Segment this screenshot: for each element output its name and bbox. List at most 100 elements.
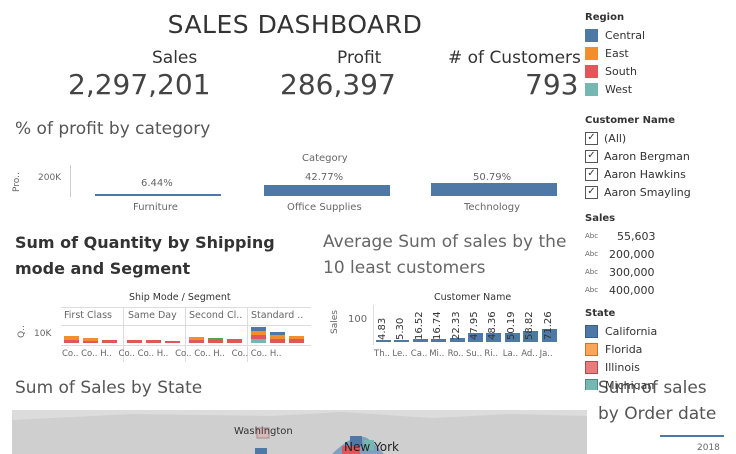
sales-item[interactable]: Abc 400,000 [585, 281, 735, 297]
avg-customer-label: Th.. [374, 349, 390, 359]
category-label-office: Office Supplies [287, 202, 362, 213]
avg-title-line1: Average Sum of sales by the [323, 232, 567, 252]
segment-label: Co.. [62, 349, 79, 359]
avg-customer-label: Ca.. [410, 349, 428, 359]
customer-item[interactable]: ✓ Aaron Smayling [585, 183, 735, 201]
quantity-bar[interactable] [64, 340, 79, 343]
avg-title-line2: 10 least customers [323, 258, 486, 278]
segment-label: Co.. [81, 349, 98, 359]
state-item-illinois[interactable]: Illinois [585, 358, 735, 376]
region-label: Central [605, 28, 646, 42]
profit-bar-technology[interactable] [431, 183, 557, 196]
region-label: South [605, 64, 637, 78]
avg-value-label: 71.26 [542, 311, 554, 340]
segment-label: Co.. [250, 349, 268, 359]
segment-label: H.. [156, 349, 169, 359]
avg-value-label: 58.82 [524, 311, 536, 340]
quantity-bar[interactable] [127, 340, 142, 343]
profit-bar-furniture[interactable] [95, 194, 221, 196]
avg-bar[interactable] [376, 340, 391, 342]
region-item-east[interactable]: East [585, 44, 735, 62]
segment-label: Co.. [137, 349, 155, 359]
quantity-ylabel: Q.. [17, 325, 27, 338]
state-item-michigan[interactable]: Michigan [585, 376, 735, 390]
quantity-title-line2: mode and Segment [15, 259, 191, 278]
map-state-region[interactable] [255, 448, 267, 454]
region-filter-head: Region [585, 12, 625, 23]
avg-customer-label: Su.. [466, 349, 483, 359]
profit-bar-office-supplies[interactable] [264, 185, 390, 196]
region-swatch [585, 28, 598, 42]
checkbox-checked-icon[interactable]: ✓ [585, 185, 598, 199]
sales-item[interactable]: Abc 55,603 [585, 227, 735, 245]
abc-icon: Abc [585, 250, 599, 258]
state-legend: California Florida Illinois Michigan [585, 322, 735, 390]
profit-label-office: 42.77% [305, 172, 344, 183]
state-item-california[interactable]: California [585, 322, 735, 340]
state-filter-head: State [585, 308, 616, 319]
sales-filter-head: Sales [585, 213, 616, 224]
order-date-year: 2018 [697, 443, 720, 453]
avg-value-label: 22.33 [450, 311, 462, 340]
avg-value-label: 16.74 [432, 311, 444, 340]
abc-icon: Abc [585, 268, 599, 276]
category-label-furniture: Furniture [133, 202, 178, 213]
customer-label: Aaron Bergman [604, 149, 690, 163]
kpi-sales-value: 2,297,201 [68, 68, 211, 101]
state-label: California [605, 324, 658, 338]
quantity-bar[interactable] [208, 340, 223, 343]
avg-customer-label: Ja.. [539, 349, 553, 359]
avg-value-label: 4.83 [377, 317, 388, 340]
checkbox-checked-icon[interactable]: ✓ [585, 131, 598, 145]
order-date-title-line2: by Order date [598, 404, 717, 424]
profit-label-technology: 50.79% [473, 172, 512, 183]
customer-item-all[interactable]: ✓ (All) [585, 129, 735, 147]
filter-panel: Region Central East South West Customer … [585, 12, 735, 390]
customer-label: Aaron Smayling [604, 185, 691, 199]
quantity-mode-label: Same Day [128, 310, 177, 321]
state-item-florida[interactable]: Florida [585, 340, 735, 358]
sales-item[interactable]: Abc 300,000 [585, 263, 735, 281]
state-label: Michigan [605, 378, 655, 391]
quantity-bar[interactable] [289, 339, 304, 343]
quantity-bar[interactable] [251, 339, 266, 343]
avg-customer-label: Mi.. [429, 349, 445, 359]
checkbox-checked-icon[interactable]: ✓ [585, 149, 598, 163]
state-swatch [585, 324, 598, 338]
quantity-bar[interactable] [102, 340, 117, 343]
quantity-mode-label: Second Cl.. [189, 310, 243, 321]
customer-item[interactable]: ✓ Aaron Hawkins [585, 165, 735, 183]
customer-item[interactable]: ✓ Aaron Bergman [585, 147, 735, 165]
order-date-line[interactable] [660, 435, 724, 437]
state-label: Illinois [605, 360, 640, 374]
quantity-bar[interactable] [146, 340, 161, 343]
region-swatch [585, 46, 598, 60]
avg-customer-labels: Th.. Le.. Ca.. Mi.. Ro.. Su.. Ri.. La.. Ad.. Ja.. [374, 349, 576, 361]
avg-value-label: 48.36 [487, 311, 499, 340]
checkbox-checked-icon[interactable]: ✓ [585, 167, 598, 181]
kpi-sales-label: Sales [152, 48, 198, 68]
sales-value: 55,603 [617, 229, 656, 243]
state-swatch [585, 360, 598, 374]
quantity-bar[interactable] [165, 341, 180, 343]
quantity-bar[interactable] [270, 339, 285, 343]
map-label-washington: Washington [234, 426, 293, 437]
segment-label: Co.. [194, 349, 211, 359]
profit-ylabel: Pro.. [12, 172, 22, 192]
region-item-west[interactable]: West [585, 80, 735, 98]
quantity-bar[interactable] [189, 340, 204, 343]
region-legend: Central East South West [585, 26, 735, 102]
state-label: Florida [605, 342, 643, 356]
quantity-header: Ship Mode / Segment [129, 292, 231, 303]
segment-label: Co.. [118, 349, 135, 359]
profit-axis-line [70, 165, 71, 197]
segment-label: H.. [213, 349, 225, 359]
region-item-south[interactable]: South [585, 62, 735, 80]
region-item-central[interactable]: Central [585, 26, 735, 44]
quantity-bar[interactable] [227, 339, 242, 343]
avg-bar[interactable] [394, 340, 410, 342]
avg-ytick: 100 [348, 314, 368, 325]
state-map[interactable]: Washington New York [12, 410, 587, 454]
sales-item[interactable]: Abc 200,000 [585, 245, 735, 263]
quantity-bar[interactable] [83, 341, 98, 343]
